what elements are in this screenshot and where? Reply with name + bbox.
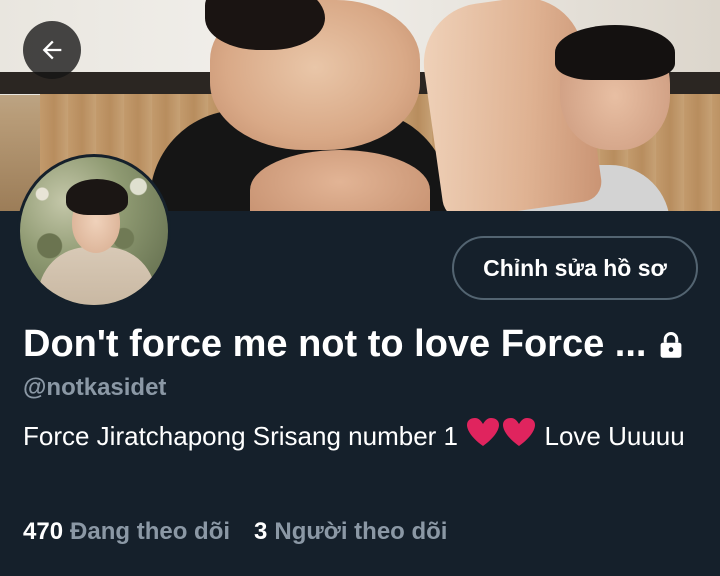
heart-emoji-icon <box>465 418 537 457</box>
following-label: Đang theo dõi <box>70 518 231 545</box>
profile-avatar[interactable] <box>17 154 171 308</box>
arrow-left-icon <box>42 40 62 60</box>
profile-handle: @notkasidet <box>23 374 167 401</box>
followers-link[interactable]: 3 Người theo dõi <box>254 518 447 546</box>
following-link[interactable]: 470 Đang theo dõi <box>23 518 230 546</box>
edit-profile-button[interactable]: Chỉnh sửa hồ sơ <box>452 236 698 300</box>
lock-icon <box>656 328 686 362</box>
profile-screen: Chỉnh sửa hồ sơ Don't force me not to lo… <box>0 0 720 576</box>
profile-bio: Force Jiratchapong Srisang number 1 Love… <box>23 418 703 457</box>
following-count: 470 <box>23 518 64 545</box>
bio-text: Force Jiratchapong Srisang number 1 <box>23 421 459 451</box>
avatar-image <box>20 157 168 305</box>
back-button[interactable] <box>23 21 81 79</box>
display-name-row: Don't force me not to love Force ... <box>23 323 703 366</box>
followers-label: Người theo dõi <box>274 518 448 545</box>
followers-count: 3 <box>254 518 268 545</box>
bio-tail: Love Uuuuu <box>544 421 685 451</box>
follow-stats: 470 Đang theo dõi 3 Người theo dõi <box>23 518 471 546</box>
display-name: Don't force me not to love Force ... <box>23 323 647 365</box>
